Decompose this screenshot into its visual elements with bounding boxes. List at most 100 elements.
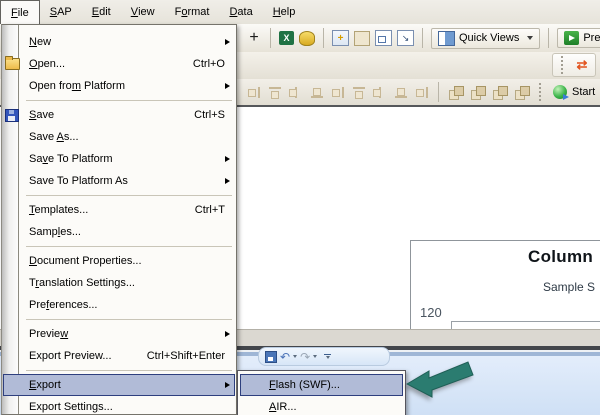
chart-title: Column bbox=[528, 247, 594, 266]
open-folder-icon bbox=[5, 56, 20, 70]
align-top-icon[interactable] bbox=[267, 85, 283, 100]
same-size-icon[interactable] bbox=[414, 85, 430, 100]
menubar-item-view[interactable]: View bbox=[121, 0, 165, 24]
menu-item-label: New bbox=[29, 36, 52, 48]
save-disk-icon bbox=[5, 109, 19, 122]
sap-transfer-icon[interactable]: ⇄ bbox=[573, 57, 591, 73]
file-menu-popup: New Open... Ctrl+O Open from Platform Save Ct… bbox=[1, 24, 237, 415]
start-label[interactable]: Start bbox=[572, 86, 595, 98]
undo-icon[interactable]: ↶ bbox=[280, 351, 290, 363]
chart-axis-tick-label: 120 bbox=[420, 305, 442, 320]
file-menu-item-save-as[interactable]: Save As... bbox=[3, 126, 235, 148]
file-menu-item-save[interactable]: Save Ctrl+S bbox=[3, 104, 235, 126]
menu-item-label: Preferences... bbox=[29, 299, 98, 311]
application-window: File S AP Edit View Fo rmat Data Help + X + ↘ Qu… bbox=[0, 0, 600, 415]
export-submenu-item-flash-swf[interactable]: Flash (SWF)... bbox=[240, 374, 403, 396]
add-canvas-icon[interactable]: + bbox=[332, 30, 349, 46]
trim-canvas-icon[interactable] bbox=[354, 30, 370, 46]
menubar-item-data[interactable]: Data bbox=[219, 0, 262, 24]
start-icon[interactable] bbox=[553, 85, 569, 100]
menu-item-label: Save As... bbox=[29, 131, 79, 143]
file-menu-item-export-preview[interactable]: Export Preview... Ctrl+Shift+Enter bbox=[3, 345, 235, 367]
file-menu-item-export[interactable]: Export bbox=[3, 374, 235, 396]
excel-quick-access-toolbar: ↶ ↷ bbox=[258, 347, 390, 366]
bring-forward-icon[interactable] bbox=[469, 85, 486, 100]
chevron-down-icon bbox=[527, 36, 534, 40]
redo-dropdown-icon[interactable] bbox=[313, 355, 318, 358]
toolbar-grip bbox=[539, 83, 544, 101]
toolbar-grip bbox=[561, 56, 566, 74]
menu-separator bbox=[2, 316, 236, 323]
align-right-icon[interactable] bbox=[246, 85, 262, 100]
menubar-item-sap[interactable]: S AP bbox=[40, 0, 82, 24]
add-icon[interactable]: + bbox=[246, 29, 262, 47]
menu-item-label: Save To Platform bbox=[29, 153, 113, 165]
menubar-item-file[interactable]: File bbox=[0, 0, 40, 24]
preview-label: Preview bbox=[583, 32, 600, 44]
save-icon[interactable] bbox=[265, 350, 277, 363]
file-menu-item-export-settings[interactable]: Export Settings... bbox=[3, 396, 235, 415]
file-menu-item-open[interactable]: Open... Ctrl+O bbox=[3, 53, 235, 75]
toolbar-separator bbox=[323, 28, 324, 48]
menu-item-shortcut: Ctrl+T bbox=[194, 204, 225, 216]
file-menu-item-translation-settings[interactable]: Translation Settings... bbox=[3, 272, 235, 294]
chart-gridline bbox=[451, 321, 600, 322]
menu-separator bbox=[2, 367, 236, 374]
menubar-item-help[interactable]: Help bbox=[263, 0, 306, 24]
toolbar-separator bbox=[270, 28, 271, 48]
file-menu-item-save-to-platform[interactable]: Save To Platform bbox=[3, 148, 235, 170]
bring-to-front-icon[interactable] bbox=[447, 85, 464, 100]
submenu-arrow-icon bbox=[225, 82, 230, 89]
menu-item-label: Templates... bbox=[29, 204, 89, 216]
undo-dropdown-icon[interactable] bbox=[293, 355, 298, 358]
preview-play-icon bbox=[564, 31, 580, 45]
menu-item-label: Samples... bbox=[29, 226, 81, 238]
export-submenu-popup: Flash (SWF)... AIR... bbox=[237, 370, 406, 415]
menu-item-label: Document Properties... bbox=[29, 255, 142, 267]
menu-separator bbox=[2, 192, 236, 199]
menu-item-label: Save To Platform As bbox=[29, 175, 128, 187]
distribute-vertically-icon[interactable] bbox=[351, 85, 367, 100]
menu-separator bbox=[2, 243, 236, 250]
file-menu-item-open-from-platform[interactable]: Open from Platform bbox=[3, 75, 235, 97]
menu-item-label: Translation Settings... bbox=[29, 277, 135, 289]
fit-canvas-to-window-icon[interactable] bbox=[375, 30, 392, 46]
quick-views-icon bbox=[438, 30, 455, 46]
menu-separator bbox=[2, 97, 236, 104]
export-submenu-item-air[interactable]: AIR... bbox=[240, 396, 403, 415]
distribute-horizontally-icon[interactable] bbox=[372, 85, 388, 100]
quick-views-button[interactable]: Quick Views bbox=[431, 27, 541, 49]
submenu-arrow-icon bbox=[225, 177, 230, 184]
file-menu-item-preview[interactable]: Preview bbox=[3, 323, 235, 345]
center-horizontally-icon[interactable] bbox=[288, 85, 304, 100]
same-height-icon[interactable] bbox=[393, 85, 409, 100]
resize-canvas-icon[interactable]: ↘ bbox=[397, 30, 414, 46]
file-menu-item-save-to-platform-as[interactable]: Save To Platform As bbox=[3, 170, 235, 192]
submenu-arrow-icon bbox=[225, 38, 230, 45]
menu-item-label: Export Settings... bbox=[29, 401, 113, 413]
file-menu-item-document-properties[interactable]: Document Properties... bbox=[3, 250, 235, 272]
file-menu-item-new[interactable]: New bbox=[3, 31, 235, 53]
file-menu-item-preferences[interactable]: Preferences... bbox=[3, 294, 235, 316]
menu-item-shortcut: Ctrl+Shift+Enter bbox=[146, 350, 225, 362]
submenu-arrow-icon bbox=[225, 155, 230, 162]
submenu-arrow-icon bbox=[225, 381, 230, 388]
menu-item-label: Preview bbox=[29, 328, 69, 340]
column-chart-component[interactable]: Column Sample S 120 bbox=[410, 240, 600, 334]
redo-icon[interactable]: ↷ bbox=[300, 351, 310, 363]
send-to-back-icon[interactable] bbox=[513, 85, 530, 100]
menu-item-label: Open from Platform bbox=[29, 80, 125, 92]
space-evenly-icon[interactable] bbox=[330, 85, 346, 100]
menubar-item-edit[interactable]: Edit bbox=[82, 0, 121, 24]
excel-import-icon[interactable]: X bbox=[279, 31, 294, 45]
preview-button[interactable]: Preview bbox=[557, 28, 600, 48]
menu-item-label: Export Preview... bbox=[29, 350, 112, 362]
align-bottom-icon[interactable] bbox=[309, 85, 325, 100]
customize-quick-access-icon[interactable] bbox=[324, 354, 331, 360]
submenu-arrow-icon bbox=[225, 330, 230, 337]
file-menu-item-samples[interactable]: Samples... bbox=[3, 221, 235, 243]
data-manager-icon[interactable] bbox=[299, 30, 315, 46]
file-menu-item-templates[interactable]: Templates... Ctrl+T bbox=[3, 199, 235, 221]
menubar-item-format[interactable]: Fo rmat bbox=[165, 0, 220, 24]
send-backward-icon[interactable] bbox=[491, 85, 508, 100]
